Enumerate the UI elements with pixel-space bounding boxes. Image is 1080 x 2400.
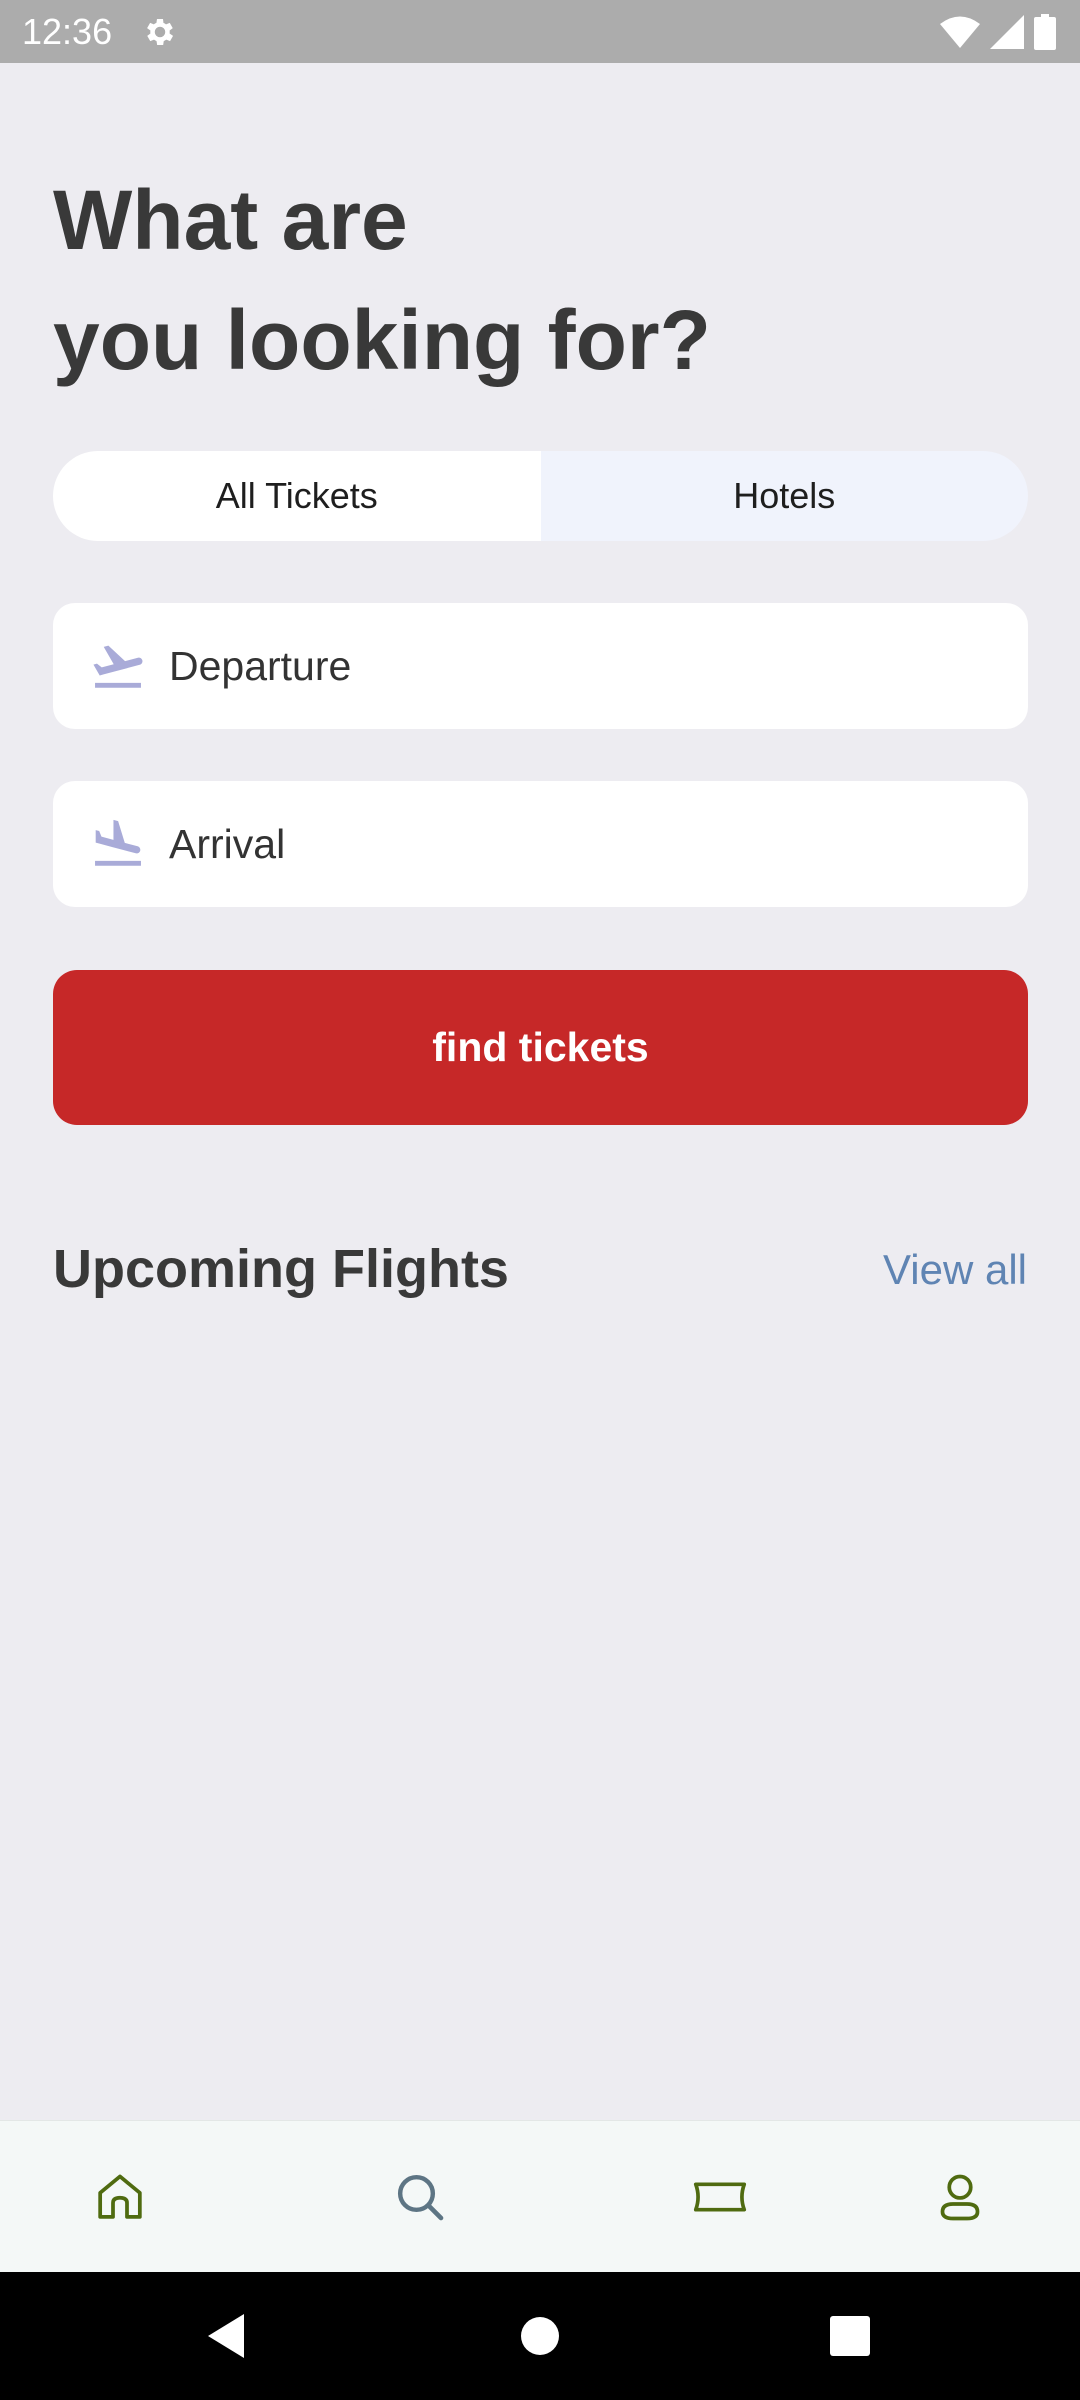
flight-land-icon <box>95 819 141 866</box>
home-circle-icon <box>521 2317 559 2355</box>
page-title-line1: What are <box>53 173 408 267</box>
profile-icon <box>940 2174 980 2221</box>
status-bar: 12:36 <box>0 0 1080 63</box>
back-triangle-icon <box>208 2314 244 2358</box>
nav-profile[interactable] <box>924 2161 996 2233</box>
page-title: What are you looking for? <box>53 160 953 400</box>
ticket-icon <box>693 2182 747 2212</box>
home-icon <box>98 2174 142 2219</box>
system-recents-button[interactable] <box>800 2272 900 2400</box>
tab-hotels[interactable]: Hotels <box>540 451 1028 541</box>
departure-placeholder: Departure <box>169 642 352 689</box>
status-icons <box>940 13 1056 51</box>
status-time: 12:36 <box>22 11 113 52</box>
system-navigation-bar <box>0 2272 1080 2400</box>
system-home-button[interactable] <box>490 2272 590 2400</box>
system-back-button[interactable] <box>176 2272 276 2400</box>
tab-all-tickets[interactable]: All Tickets <box>53 451 541 541</box>
nav-tickets[interactable] <box>684 2161 756 2233</box>
upcoming-flights-heading: Upcoming Flights <box>53 1239 509 1299</box>
arrival-placeholder: Arrival <box>169 820 286 867</box>
bottom-navigation <box>0 2120 1080 2273</box>
wifi-icon <box>940 16 980 48</box>
view-all-link[interactable]: View all <box>883 1240 1027 1300</box>
ticket-type-tabs: All Tickets Hotels <box>53 451 1028 541</box>
nav-search[interactable] <box>384 2161 456 2233</box>
search-icon <box>397 2174 444 2221</box>
departure-field[interactable]: Departure <box>53 603 1028 729</box>
battery-icon <box>1034 14 1056 50</box>
page-title-line2: you looking for? <box>53 293 711 387</box>
find-tickets-button[interactable]: find tickets <box>53 970 1028 1125</box>
gear-icon <box>147 18 174 46</box>
nav-home[interactable] <box>84 2161 156 2233</box>
recents-square-icon <box>830 2316 870 2356</box>
arrival-field[interactable]: Arrival <box>53 781 1028 907</box>
signal-icon <box>990 15 1024 49</box>
flight-takeoff-icon <box>93 645 143 688</box>
